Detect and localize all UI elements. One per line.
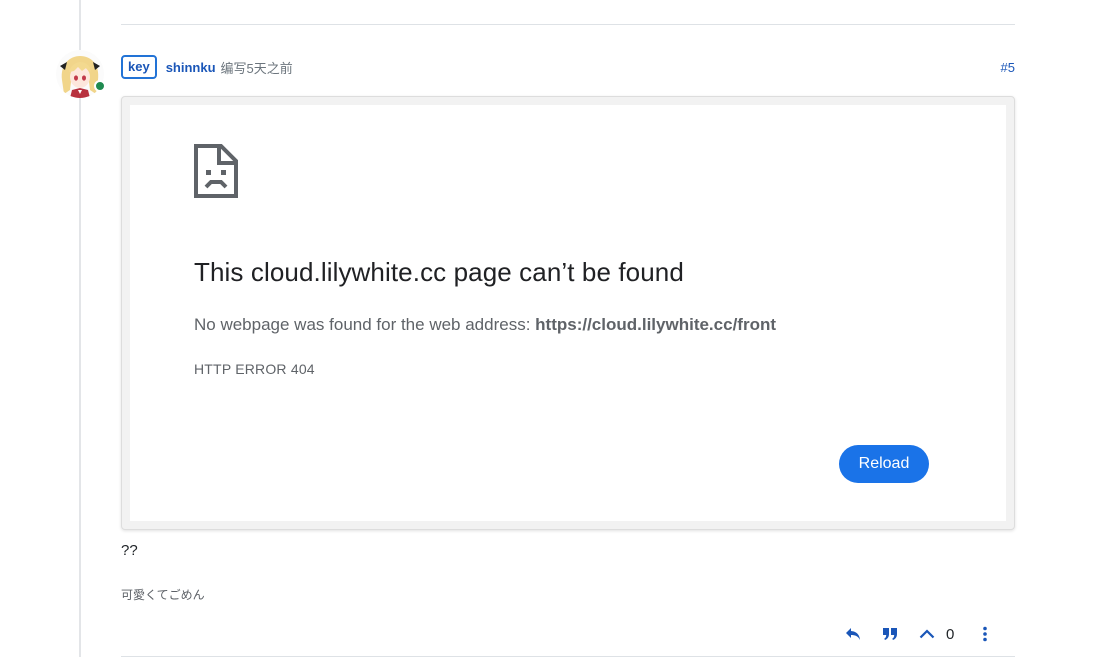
reply-button[interactable] — [840, 622, 866, 646]
post-divider-top — [121, 24, 1015, 25]
reload-button[interactable]: Reload — [839, 445, 929, 483]
error-url: https://cloud.lilywhite.cc/front — [535, 315, 776, 334]
error-code: HTTP ERROR 404 — [194, 361, 315, 377]
post-body-text: ?? — [121, 542, 138, 559]
post-actions: 0 — [840, 622, 998, 646]
error-description-prefix: No webpage was found for the web address… — [194, 315, 536, 334]
reply-icon — [846, 628, 860, 640]
error-title: This cloud.lilywhite.cc page can’t be fo… — [194, 257, 684, 287]
post-header: key shinnku 编写5天之前 #5 — [121, 54, 1015, 80]
quote-button[interactable] — [877, 622, 903, 646]
timeline-line — [79, 0, 81, 657]
vote-count[interactable]: 0 — [946, 626, 954, 643]
more-vertical-icon — [983, 626, 988, 642]
upvote-button[interactable] — [914, 622, 940, 646]
username-link[interactable]: shinnku — [166, 60, 216, 75]
post-index-link[interactable]: #5 — [1001, 60, 1015, 75]
group-badge[interactable]: key — [121, 55, 157, 79]
post-menu-button[interactable] — [972, 622, 998, 646]
upvote-chevron-icon — [919, 629, 935, 639]
topic-post-page: key shinnku 编写5天之前 #5 This cloud.lilywhi… — [0, 0, 1115, 657]
sad-document-icon — [194, 144, 238, 198]
online-status-dot — [94, 80, 106, 92]
error-description: No webpage was found for the web address… — [194, 315, 776, 335]
browser-error-page: This cloud.lilywhite.cc page can’t be fo… — [130, 105, 1006, 521]
user-signature: 可愛くてごめん — [121, 588, 205, 602]
post-timestamp[interactable]: 编写5天之前 — [221, 58, 293, 77]
quote-icon — [883, 628, 897, 640]
embedded-screenshot-image[interactable]: This cloud.lilywhite.cc page can’t be fo… — [121, 96, 1015, 530]
